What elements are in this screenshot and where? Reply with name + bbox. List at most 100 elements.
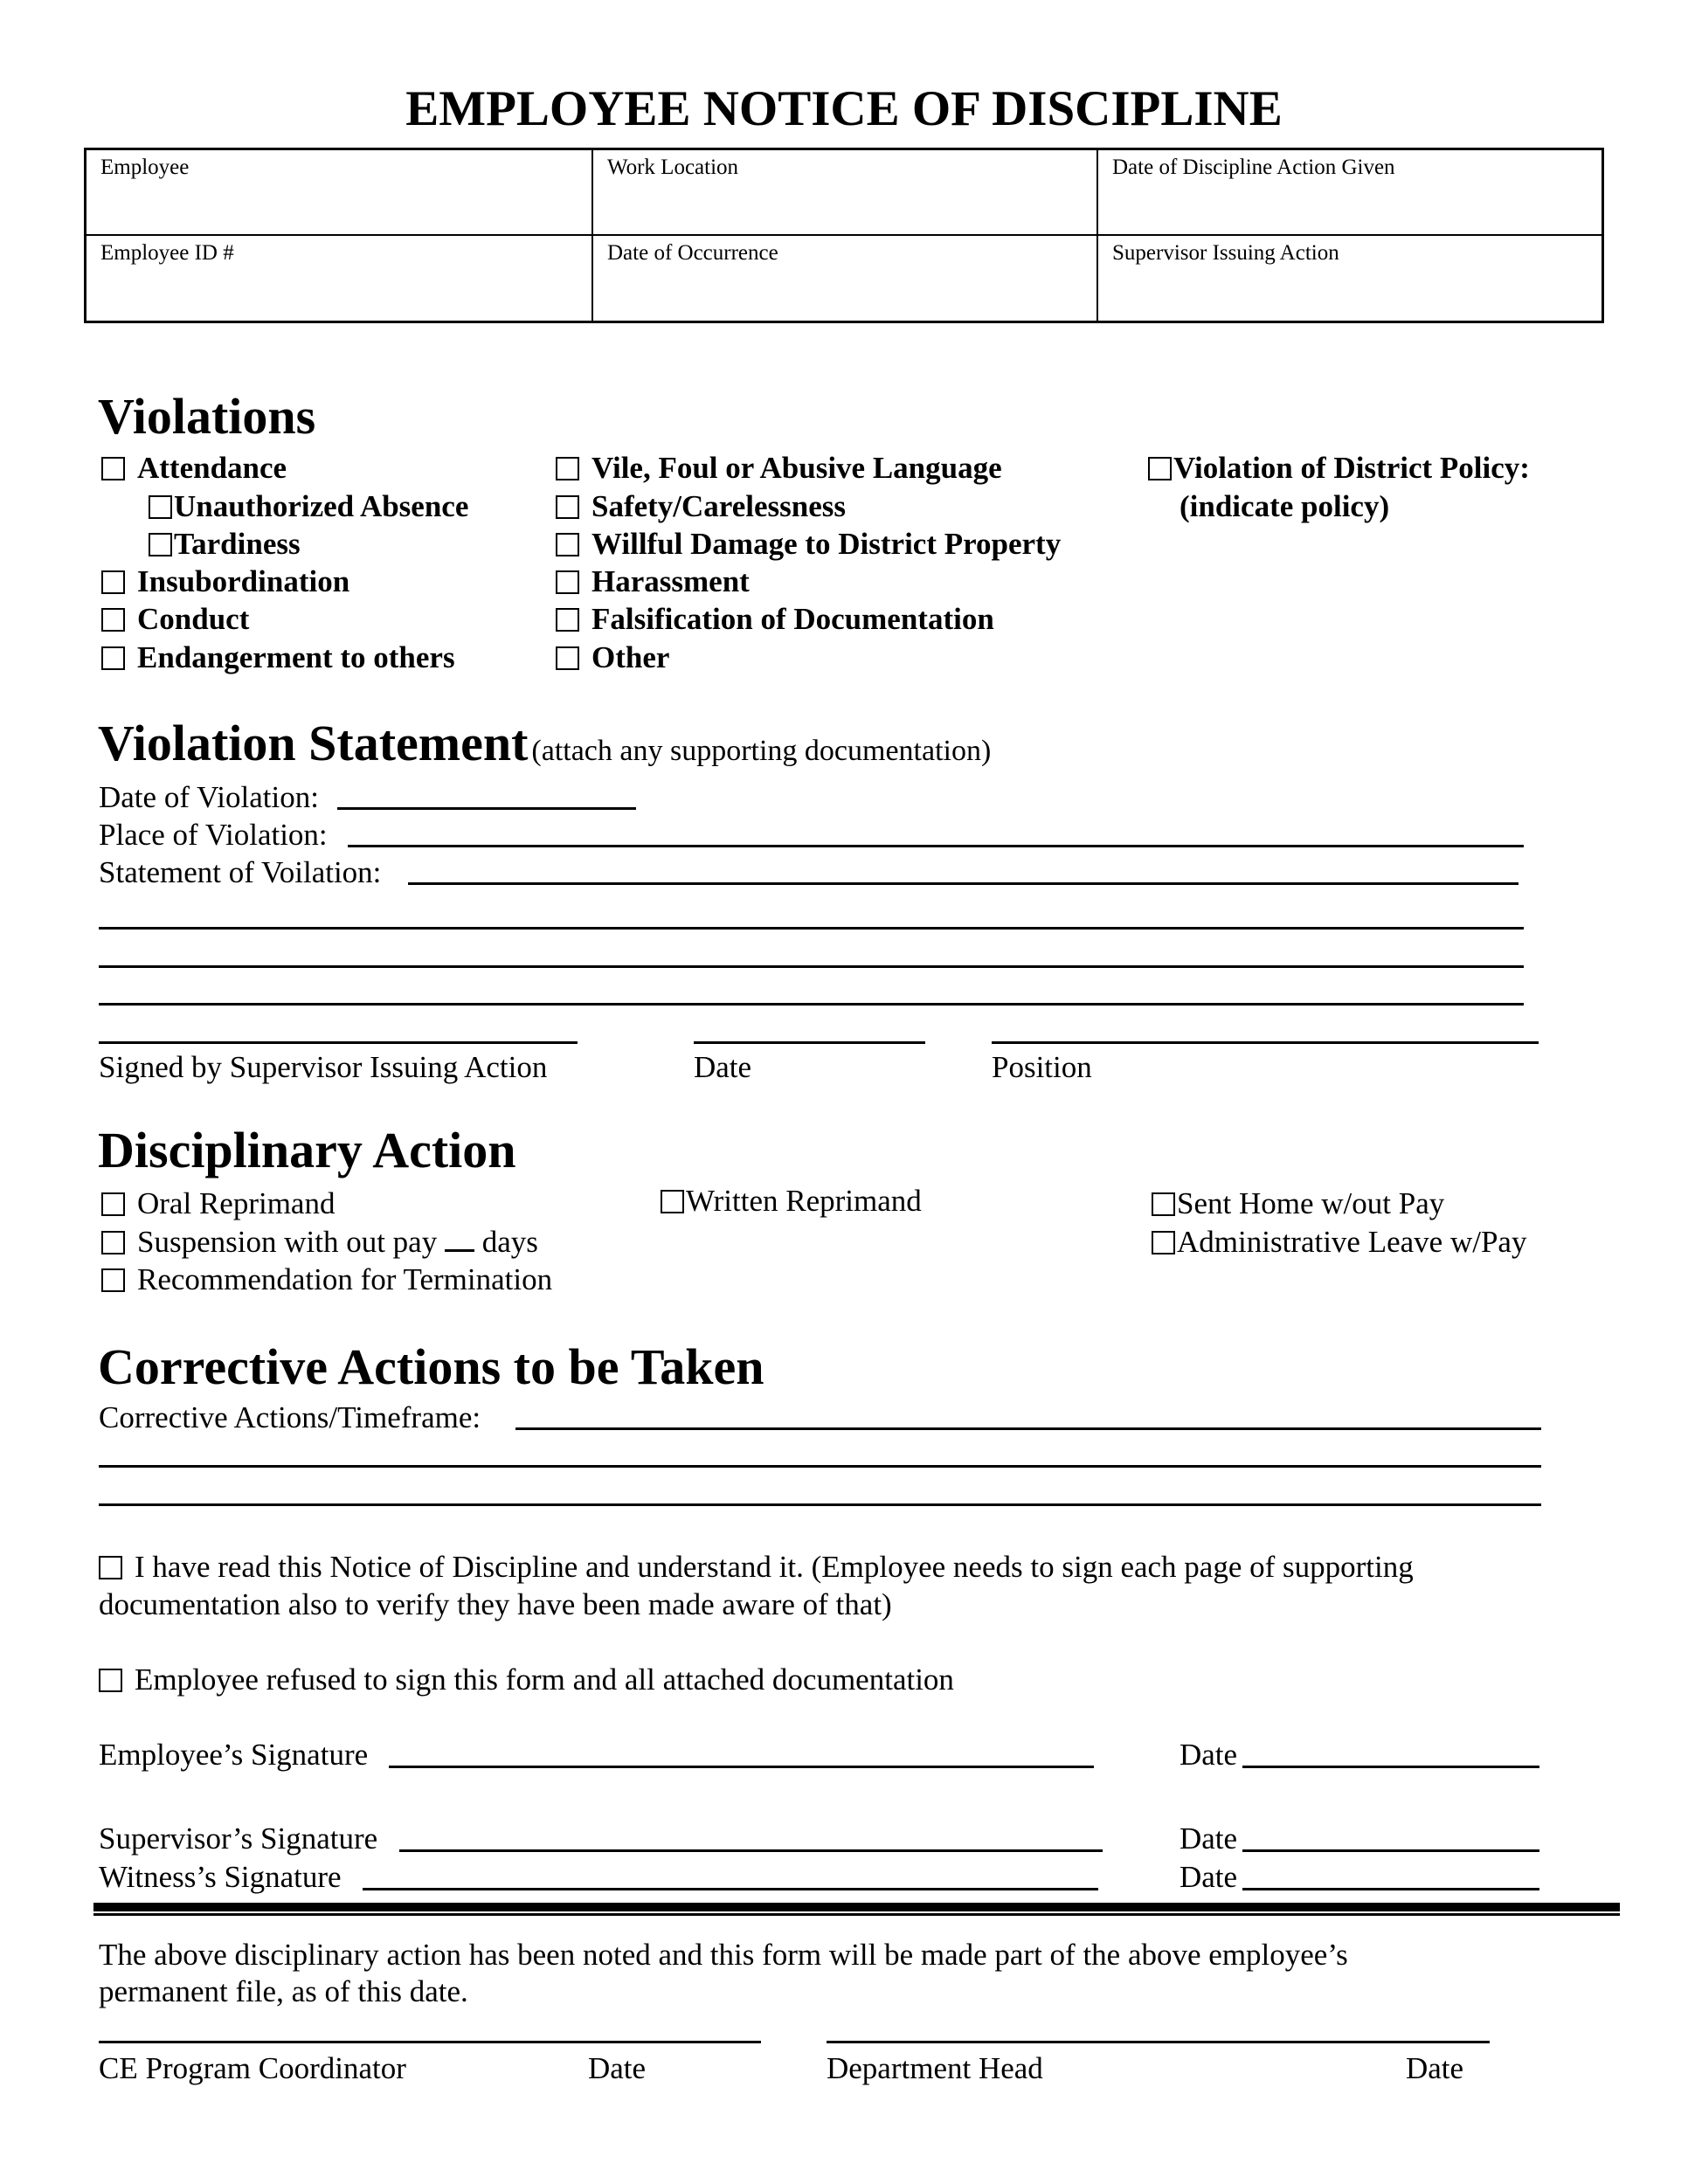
discipline-date-field[interactable]: Date of Discipline Action Given: [1097, 150, 1602, 236]
corrective-line[interactable]: [99, 1465, 1541, 1468]
checkbox[interactable]: [1148, 457, 1172, 480]
work-location-field[interactable]: Work Location: [591, 150, 1097, 236]
checkbox[interactable]: [661, 1190, 684, 1213]
position-label: Position: [992, 1050, 1092, 1084]
action-oral-reprimand[interactable]: Oral Reprimand: [101, 1188, 335, 1219]
corrective-line[interactable]: [99, 1503, 1541, 1506]
place-of-violation-field[interactable]: [348, 845, 1524, 847]
date-of-violation-label: Date of Violation:: [99, 780, 319, 814]
statement-line[interactable]: [99, 1003, 1524, 1006]
violation-endangerment[interactable]: Endangerment to others: [101, 642, 455, 673]
supervisor-signature-field[interactable]: [99, 1041, 578, 1044]
place-of-violation-label: Place of Violation:: [99, 818, 328, 852]
employee-date-field[interactable]: [1242, 1766, 1539, 1768]
position-field[interactable]: [992, 1041, 1539, 1044]
statement-date-field[interactable]: [694, 1041, 925, 1044]
violation-statement-header: Violation Statement (attach any supporti…: [98, 718, 991, 769]
witness-date-label: Date: [1180, 1860, 1238, 1894]
employee-id-field[interactable]: Employee ID #: [86, 236, 591, 321]
action-sent-home[interactable]: Sent Home w/out Pay: [1152, 1188, 1444, 1219]
checkbox[interactable]: [1152, 1192, 1175, 1216]
employee-signature-label: Employee’s Signature: [99, 1738, 369, 1772]
statement-date-label: Date: [694, 1050, 752, 1084]
employee-info-table: Employee Work Location Date of Disciplin…: [84, 148, 1604, 323]
violation-willful-damage[interactable]: Willful Damage to District Property: [556, 529, 1061, 559]
signed-by-supervisor-label: Signed by Supervisor Issuing Action: [99, 1050, 548, 1084]
witness-signature-field[interactable]: [363, 1888, 1098, 1890]
statement-of-violation-field[interactable]: [408, 882, 1519, 885]
checkbox[interactable]: [149, 533, 172, 556]
disciplinary-action-heading: Disciplinary Action: [98, 1122, 516, 1178]
checkbox[interactable]: [101, 1192, 125, 1216]
employee-field[interactable]: Employee: [86, 150, 591, 236]
supervisor-field[interactable]: Supervisor Issuing Action: [1097, 236, 1602, 321]
footer-text-line2: permanent file, as of this date.: [99, 1974, 468, 2008]
occurrence-date-label: Date of Occurrence: [607, 241, 778, 265]
employee-label: Employee: [100, 156, 190, 179]
supervisor-date-field[interactable]: [1242, 1849, 1539, 1852]
violation-attendance[interactable]: Attendance: [101, 453, 287, 483]
employee-signature-field[interactable]: [389, 1766, 1094, 1768]
witness-date-field[interactable]: [1242, 1888, 1539, 1890]
acknowledge-read-continued: documentation also to verify they have b…: [99, 1587, 892, 1621]
corrective-timeframe-label: Corrective Actions/Timeframe:: [99, 1400, 481, 1434]
violation-falsification[interactable]: Falsification of Documentation: [556, 604, 994, 634]
violation-unauthorized-absence[interactable]: Unauthorized Absence: [149, 491, 468, 522]
violation-district-policy[interactable]: Violation of District Policy:: [1148, 453, 1530, 483]
checkbox[interactable]: [101, 457, 125, 480]
employee-date-label: Date: [1180, 1738, 1238, 1772]
employee-id-label: Employee ID #: [100, 241, 234, 265]
violation-abusive-language[interactable]: Vile, Foul or Abusive Language: [556, 453, 1002, 483]
checkbox[interactable]: [101, 646, 125, 670]
checkbox[interactable]: [556, 608, 579, 632]
checkbox[interactable]: [149, 495, 172, 519]
statement-of-violation-label: Statement of Voilation:: [99, 855, 382, 889]
violation-statement-note: (attach any supporting documentation): [531, 735, 992, 767]
employee-refused[interactable]: Employee refused to sign this form and a…: [99, 1664, 954, 1695]
department-head-signature-field[interactable]: [827, 2041, 1490, 2043]
date-of-violation-field[interactable]: [337, 807, 636, 810]
checkbox[interactable]: [556, 495, 579, 519]
action-written-reprimand[interactable]: Written Reprimand: [661, 1185, 922, 1216]
statement-line[interactable]: [99, 965, 1524, 968]
violation-statement-heading: Violation Statement: [98, 715, 529, 771]
violation-tardiness[interactable]: Tardiness: [149, 529, 301, 559]
indicate-policy-note: (indicate policy): [1180, 489, 1390, 523]
supervisor-final-signature-field[interactable]: [399, 1849, 1103, 1852]
checkbox[interactable]: [1152, 1231, 1175, 1254]
violation-insubordination[interactable]: Insubordination: [101, 566, 349, 597]
coordinator-signature-field[interactable]: [99, 2041, 761, 2043]
action-administrative-leave[interactable]: Administrative Leave w/Pay: [1152, 1227, 1526, 1257]
violation-conduct[interactable]: Conduct: [101, 604, 249, 634]
supervisor-label: Supervisor Issuing Action: [1112, 241, 1339, 265]
divider-thin: [93, 1913, 1620, 1916]
coordinator-date-label: Date: [588, 2051, 647, 2085]
occurrence-date-field[interactable]: Date of Occurrence: [591, 236, 1097, 321]
checkbox[interactable]: [101, 1231, 125, 1254]
action-suspension[interactable]: Suspension with out pay days: [101, 1227, 538, 1257]
checkbox[interactable]: [99, 1556, 122, 1579]
checkbox[interactable]: [556, 533, 579, 556]
footer-text-line1: The above disciplinary action has been n…: [99, 1938, 1348, 1972]
witness-signature-label: Witness’s Signature: [99, 1860, 342, 1894]
violation-harassment[interactable]: Harassment: [556, 566, 750, 597]
statement-line[interactable]: [99, 927, 1524, 930]
action-termination[interactable]: Recommendation for Termination: [101, 1264, 552, 1295]
checkbox[interactable]: [556, 646, 579, 670]
checkbox[interactable]: [556, 570, 579, 594]
checkbox[interactable]: [101, 570, 125, 594]
corrective-timeframe-field[interactable]: [515, 1427, 1541, 1430]
violation-safety[interactable]: Safety/Carelessness: [556, 491, 846, 522]
acknowledge-read[interactable]: I have read this Notice of Discipline an…: [99, 1552, 1414, 1582]
violation-other[interactable]: Other: [556, 642, 669, 673]
corrective-actions-heading: Corrective Actions to be Taken: [98, 1338, 764, 1395]
violations-heading: Violations: [98, 388, 316, 445]
divider-thick: [93, 1903, 1620, 1911]
work-location-label: Work Location: [607, 156, 739, 179]
checkbox[interactable]: [556, 457, 579, 480]
checkbox[interactable]: [101, 1268, 125, 1292]
checkbox[interactable]: [99, 1669, 122, 1692]
suspension-days-field[interactable]: [444, 1249, 474, 1252]
supervisor-signature-label: Supervisor’s Signature: [99, 1821, 378, 1856]
checkbox[interactable]: [101, 608, 125, 632]
